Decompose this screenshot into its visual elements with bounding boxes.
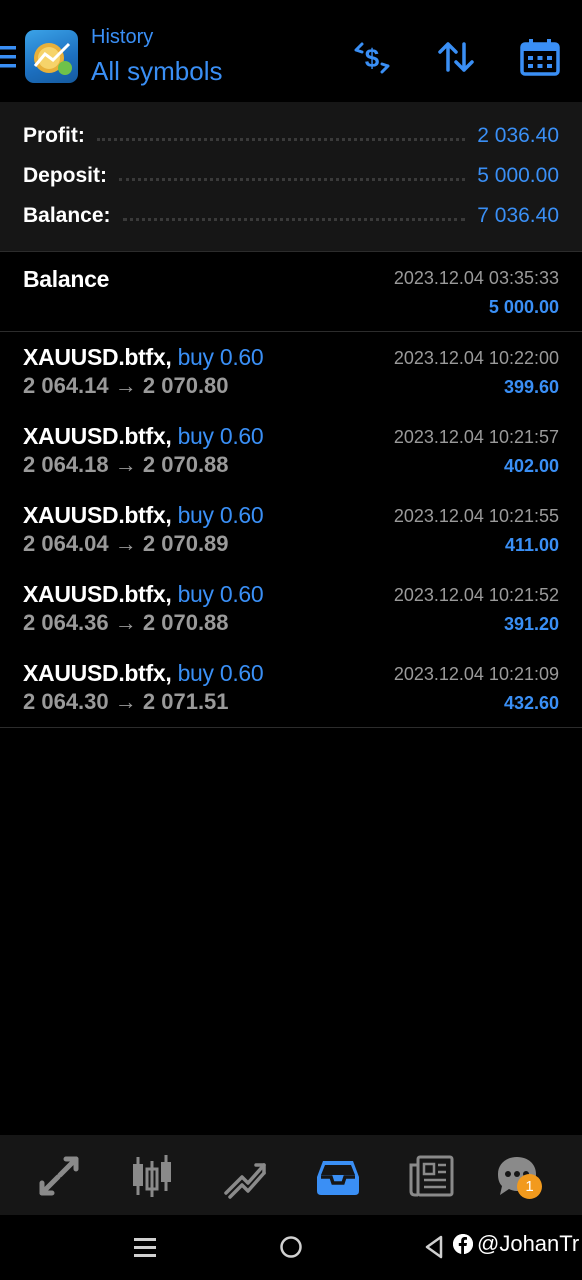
deal-type: buy 0.60 <box>177 581 264 607</box>
back-icon[interactable] <box>424 1235 444 1259</box>
deal-open-price: 2 064.18 <box>23 452 109 477</box>
deal-open-price: 2 064.04 <box>23 531 109 556</box>
deal-prices: 2 064.14 → 2 070.80 <box>23 373 229 399</box>
deal-arrow: → <box>114 452 137 477</box>
header-title[interactable]: All symbols <box>91 56 222 87</box>
deal-row[interactable]: XAUUSD.btfx, buy 0.60 2 064.18 → 2 070.8… <box>0 411 582 491</box>
sort-icon[interactable] <box>434 36 478 80</box>
dot-leader <box>119 177 466 181</box>
quotes-icon[interactable] <box>36 1153 82 1199</box>
balance-operation-row[interactable]: Balance 2023.12.04 03:35:33 5 000.00 <box>0 252 582 332</box>
deal-prices: 2 064.30 → 2 071.51 <box>23 689 229 715</box>
app-logo[interactable] <box>25 30 78 83</box>
deal-title: XAUUSD.btfx, buy 0.60 <box>23 344 264 371</box>
deal-symbol: XAUUSD.btfx, <box>23 423 172 449</box>
deal-type: buy 0.60 <box>177 660 264 686</box>
deal-arrow: → <box>114 689 137 714</box>
deal-symbol: XAUUSD.btfx, <box>23 660 172 686</box>
deal-title: XAUUSD.btfx, buy 0.60 <box>23 502 264 529</box>
deal-symbol: XAUUSD.btfx, <box>23 502 172 528</box>
deal-open-price: 2 064.14 <box>23 373 109 398</box>
deal-row[interactable]: XAUUSD.btfx, buy 0.60 2 064.36 → 2 070.8… <box>0 569 582 649</box>
deal-prices: 2 064.04 → 2 070.89 <box>23 531 229 557</box>
balance-value: 7 036.40 <box>477 204 559 227</box>
deal-arrow: → <box>114 373 137 398</box>
deal-close-price: 2 070.89 <box>142 531 229 556</box>
news-icon[interactable] <box>408 1153 454 1199</box>
header-subtitle: History <box>91 26 154 48</box>
deal-type: buy 0.60 <box>177 423 264 449</box>
deal-symbol: XAUUSD.btfx, <box>23 344 172 370</box>
deal-profit: 391.20 <box>503 614 559 634</box>
deal-row[interactable]: XAUUSD.btfx, buy 0.60 2 064.14 → 2 070.8… <box>0 332 582 412</box>
deal-close-price: 2 070.80 <box>142 373 229 398</box>
calendar-icon[interactable] <box>518 36 562 80</box>
menu-icon[interactable] <box>0 44 16 70</box>
deal-time: 2023.12.04 10:21:09 <box>393 664 559 684</box>
deposit-label: Deposit: <box>23 164 107 187</box>
deal-time: 2023.12.04 10:21:55 <box>393 506 559 526</box>
deal-prices: 2 064.36 → 2 070.88 <box>23 610 229 636</box>
balance-label: Balance: <box>23 204 111 227</box>
deal-open-price: 2 064.30 <box>23 689 109 714</box>
deal-title: XAUUSD.btfx, buy 0.60 <box>23 581 264 608</box>
summary-panel: Profit: 2 036.40 Deposit: 5 000.00 Balan… <box>0 102 582 252</box>
deal-close-price: 2 070.88 <box>142 610 229 635</box>
deal-time: 2023.12.04 10:21:57 <box>393 427 559 447</box>
deal-close-price: 2 070.88 <box>142 452 229 477</box>
dot-leader <box>96 137 466 141</box>
top-bar: History All symbols $ <box>0 0 582 102</box>
deal-profit: 432.60 <box>503 693 559 713</box>
deal-title: XAUUSD.btfx, buy 0.60 <box>23 660 264 687</box>
balance-row: Balance: 7 036.40 <box>23 201 559 231</box>
deal-close-price: 2 071.51 <box>142 689 229 714</box>
recent-apps-icon[interactable] <box>133 1235 157 1259</box>
app-root: History All symbols $ Profit: 2 036.40 D… <box>0 0 582 1280</box>
deal-type: buy 0.60 <box>177 502 264 528</box>
deal-arrow: → <box>114 531 137 556</box>
messages-badge: 1 <box>517 1174 542 1199</box>
balance-operation-time: 2023.12.04 03:35:33 <box>393 268 559 288</box>
watermark-text: @JohanTr <box>477 1231 580 1256</box>
deposit-value: 5 000.00 <box>477 164 559 187</box>
profit-value: 2 036.40 <box>477 124 559 147</box>
deal-prices: 2 064.18 → 2 070.88 <box>23 452 229 478</box>
trade-icon[interactable] <box>222 1153 268 1199</box>
svg-text:$: $ <box>365 43 380 73</box>
bottom-tab-bar <box>0 1135 582 1215</box>
deal-row[interactable]: XAUUSD.btfx, buy 0.60 2 064.30 → 2 071.5… <box>0 648 582 728</box>
watermark: @JohanTr <box>453 1230 579 1258</box>
deal-time: 2023.12.04 10:22:00 <box>393 348 559 368</box>
history-icon[interactable] <box>315 1153 361 1199</box>
deal-time: 2023.12.04 10:21:52 <box>393 585 559 605</box>
profit-label: Profit: <box>23 124 85 147</box>
home-icon[interactable] <box>279 1235 303 1259</box>
deal-type: buy 0.60 <box>177 344 264 370</box>
chart-icon[interactable] <box>129 1153 175 1199</box>
balance-operation-title: Balance <box>23 266 110 292</box>
deposit-row: Deposit: 5 000.00 <box>23 161 559 191</box>
deal-title: XAUUSD.btfx, buy 0.60 <box>23 423 264 450</box>
deal-profit: 402.00 <box>503 456 559 476</box>
deal-row[interactable]: XAUUSD.btfx, buy 0.60 2 064.04 → 2 070.8… <box>0 490 582 570</box>
deal-profit: 411.00 <box>504 535 559 555</box>
deal-open-price: 2 064.36 <box>23 610 109 635</box>
facebook-icon <box>453 1234 473 1254</box>
balance-operation-amount: 5 000.00 <box>488 297 559 317</box>
deal-arrow: → <box>114 610 137 635</box>
dot-leader <box>122 217 466 221</box>
deposit-withdraw-icon[interactable]: $ <box>350 36 394 80</box>
deal-symbol: XAUUSD.btfx, <box>23 581 172 607</box>
deal-profit: 399.60 <box>503 377 559 397</box>
profit-row: Profit: 2 036.40 <box>23 121 559 151</box>
